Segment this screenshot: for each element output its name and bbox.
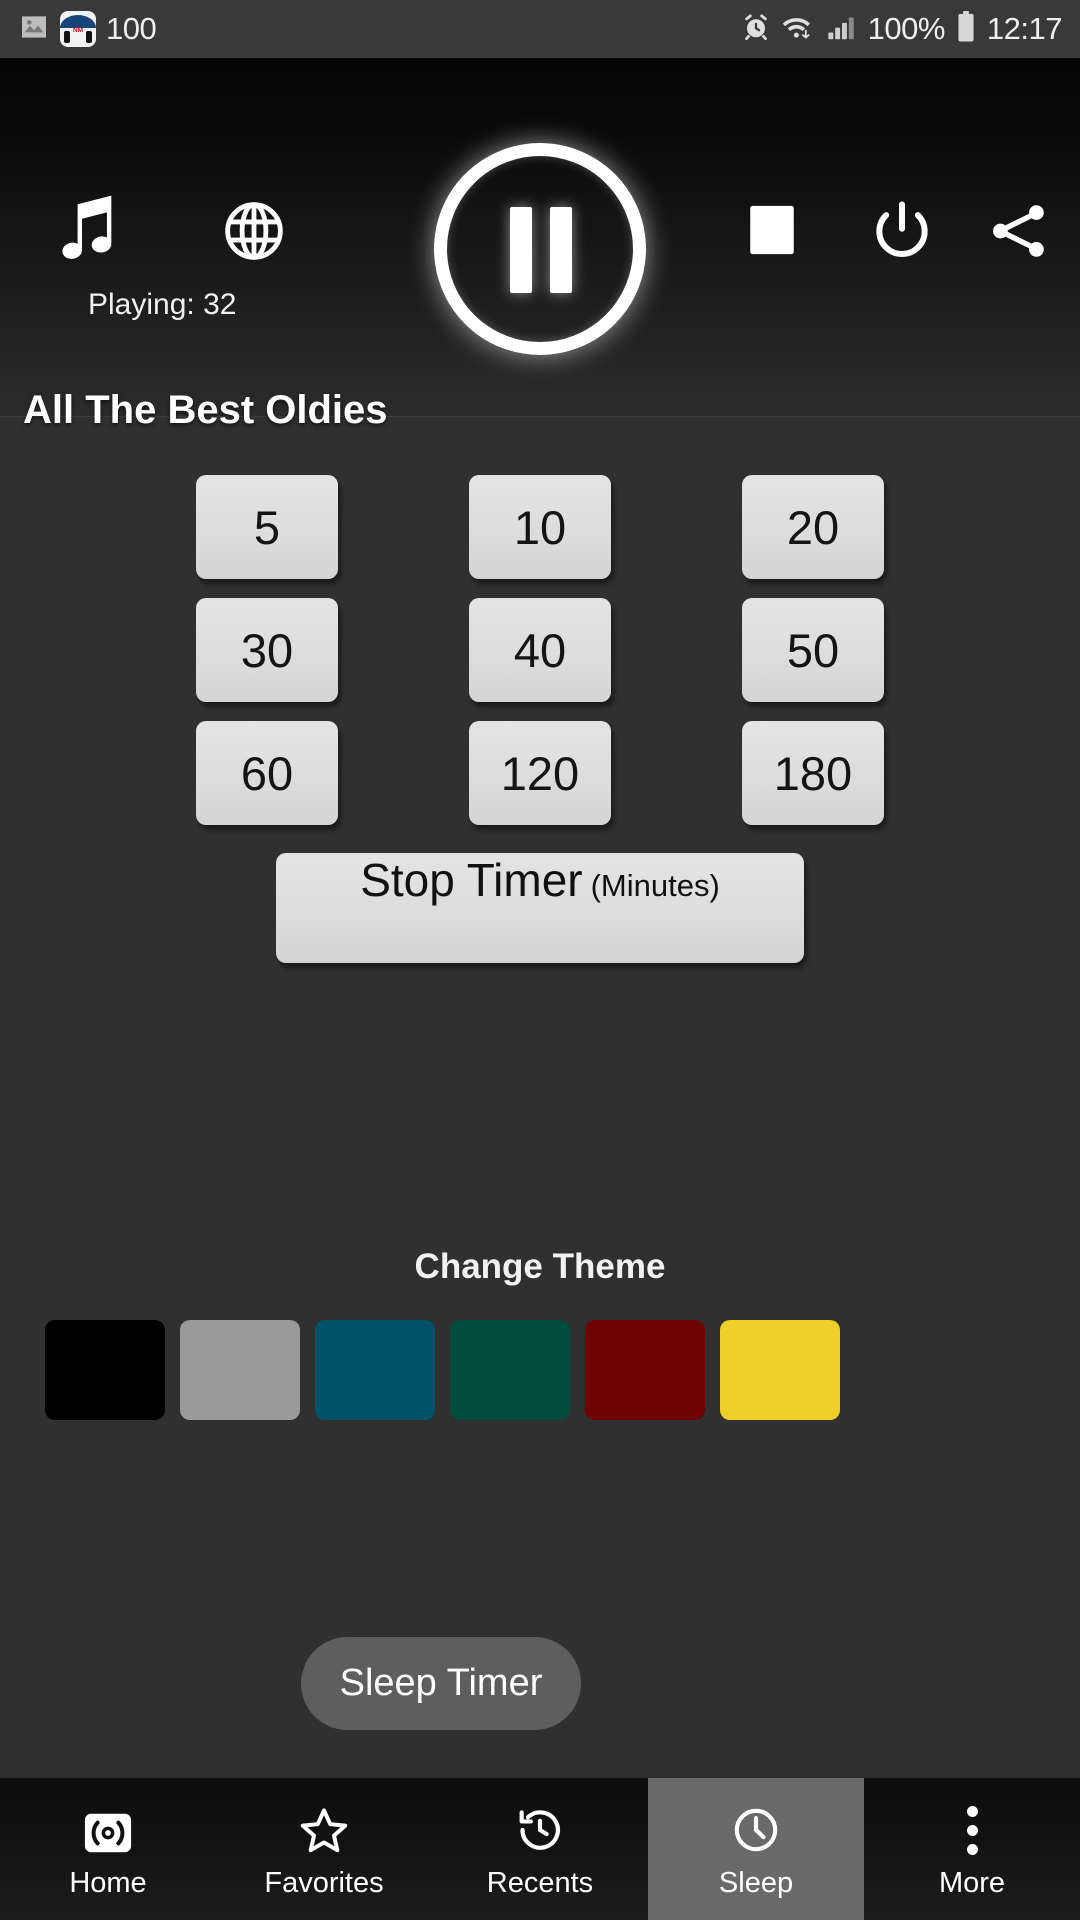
stop-icon[interactable] bbox=[740, 198, 804, 262]
battery-icon bbox=[956, 10, 976, 48]
power-icon[interactable] bbox=[866, 195, 938, 267]
star-icon bbox=[298, 1799, 350, 1855]
status-bar-right: 100% 12:17 bbox=[741, 10, 1063, 48]
timer-button[interactable]: 10 bbox=[469, 475, 611, 579]
timer-row: 5 10 20 bbox=[0, 475, 1080, 579]
timer-button[interactable]: 50 bbox=[742, 598, 884, 702]
app-notification-icon: NM bbox=[60, 11, 96, 47]
theme-swatch-yellow[interactable] bbox=[720, 1320, 840, 1420]
notification-count: 100 bbox=[106, 11, 157, 46]
status-bar: NM 100 100% 12:17 bbox=[0, 0, 1080, 58]
globe-icon[interactable] bbox=[218, 195, 290, 267]
nav-label: Favorites bbox=[264, 1866, 384, 1899]
battery-percent: 100% bbox=[867, 11, 946, 46]
nav-item-recents[interactable]: Recents bbox=[432, 1778, 648, 1920]
share-icon[interactable] bbox=[982, 195, 1054, 267]
nav-label: Home bbox=[69, 1866, 147, 1899]
station-title: All The Best Oldies bbox=[23, 388, 388, 432]
alarm-icon bbox=[741, 12, 771, 47]
change-theme-label: Change Theme bbox=[414, 1247, 666, 1286]
timer-grid: 5 10 20 30 40 50 60 120 180 Stop Timer (… bbox=[0, 475, 1080, 963]
clock-icon bbox=[731, 1799, 781, 1855]
status-bar-left: NM 100 bbox=[18, 11, 157, 48]
stop-timer-button[interactable]: Stop Timer (Minutes) bbox=[276, 853, 804, 963]
nav-label: Recents bbox=[486, 1866, 594, 1899]
clock-time: 12:17 bbox=[986, 11, 1063, 46]
image-icon bbox=[18, 11, 50, 48]
nav-label: More bbox=[938, 1866, 1006, 1899]
nav-item-sleep[interactable]: Sleep bbox=[648, 1778, 864, 1920]
pause-bar-right bbox=[550, 207, 572, 293]
theme-swatch-red[interactable] bbox=[585, 1320, 705, 1420]
nav-item-favorites[interactable]: Favorites bbox=[216, 1778, 432, 1920]
music-note-icon[interactable] bbox=[48, 191, 124, 271]
timer-button[interactable]: 40 bbox=[469, 598, 611, 702]
app-screen: NM 100 100% 12:17 Playing: 32 All The Be… bbox=[0, 0, 1080, 1920]
history-icon bbox=[515, 1799, 565, 1855]
playing-count-label: Playing: 32 bbox=[88, 288, 237, 321]
radio-icon bbox=[83, 1799, 133, 1855]
timer-button[interactable]: 180 bbox=[742, 721, 884, 825]
stop-timer-unit: (Minutes) bbox=[590, 868, 720, 903]
theme-swatch-black[interactable] bbox=[45, 1320, 165, 1420]
nav-item-home[interactable]: Home bbox=[0, 1778, 216, 1920]
timer-button[interactable]: 60 bbox=[196, 721, 338, 825]
theme-swatch-list bbox=[45, 1320, 1035, 1420]
wifi-icon bbox=[782, 12, 816, 47]
pause-button[interactable] bbox=[434, 143, 646, 355]
play-ring bbox=[434, 143, 646, 355]
timer-button[interactable]: 120 bbox=[469, 721, 611, 825]
bottom-nav: Home Favorites Recents Sleep More bbox=[0, 1777, 1080, 1920]
theme-swatch-gray[interactable] bbox=[180, 1320, 300, 1420]
nav-item-more[interactable]: More bbox=[864, 1778, 1080, 1920]
overflow-icon bbox=[966, 1799, 978, 1855]
timer-row: 60 120 180 bbox=[0, 721, 1080, 825]
theme-swatch-blue[interactable] bbox=[315, 1320, 435, 1420]
sleep-timer-pill[interactable]: Sleep Timer bbox=[301, 1637, 581, 1730]
stop-timer-label: Stop Timer bbox=[360, 854, 583, 906]
nav-label: Sleep bbox=[718, 1866, 794, 1899]
timer-row: 30 40 50 bbox=[0, 598, 1080, 702]
pause-bar-left bbox=[510, 207, 532, 293]
theme-swatch-green[interactable] bbox=[450, 1320, 570, 1420]
timer-button[interactable]: 5 bbox=[196, 475, 338, 579]
timer-button[interactable]: 20 bbox=[742, 475, 884, 579]
timer-button[interactable]: 30 bbox=[196, 598, 338, 702]
cell-signal-icon bbox=[827, 13, 857, 46]
player-header: Playing: 32 All The Best Oldies bbox=[0, 58, 1080, 432]
